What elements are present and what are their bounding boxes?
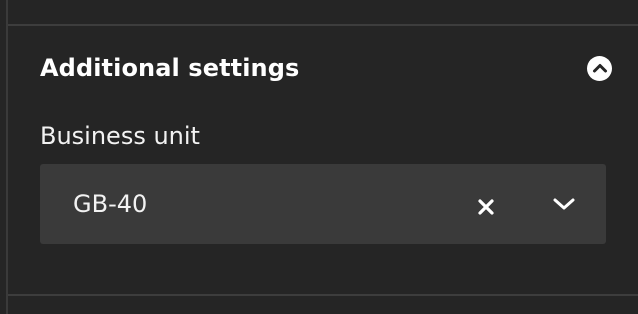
close-icon[interactable]	[475, 196, 497, 218]
additional-settings-header[interactable]: Additional settings	[40, 46, 612, 90]
section-title: Additional settings	[40, 54, 300, 82]
close-glyph	[478, 199, 494, 215]
chevron-down-glyph	[553, 198, 575, 210]
chevron-up-circle-icon[interactable]	[587, 55, 612, 81]
section-divider-bottom	[8, 294, 638, 296]
settings-panel: Additional settings Business unit GB-40	[0, 0, 638, 314]
panel-left-border	[6, 0, 8, 314]
chevron-up-glyph	[592, 64, 607, 73]
business-unit-label: Business unit	[40, 122, 200, 150]
chevron-down-icon[interactable]	[550, 192, 578, 216]
section-divider-top	[8, 24, 638, 26]
business-unit-value: GB-40	[73, 190, 148, 218]
business-unit-select[interactable]: GB-40	[40, 164, 606, 244]
